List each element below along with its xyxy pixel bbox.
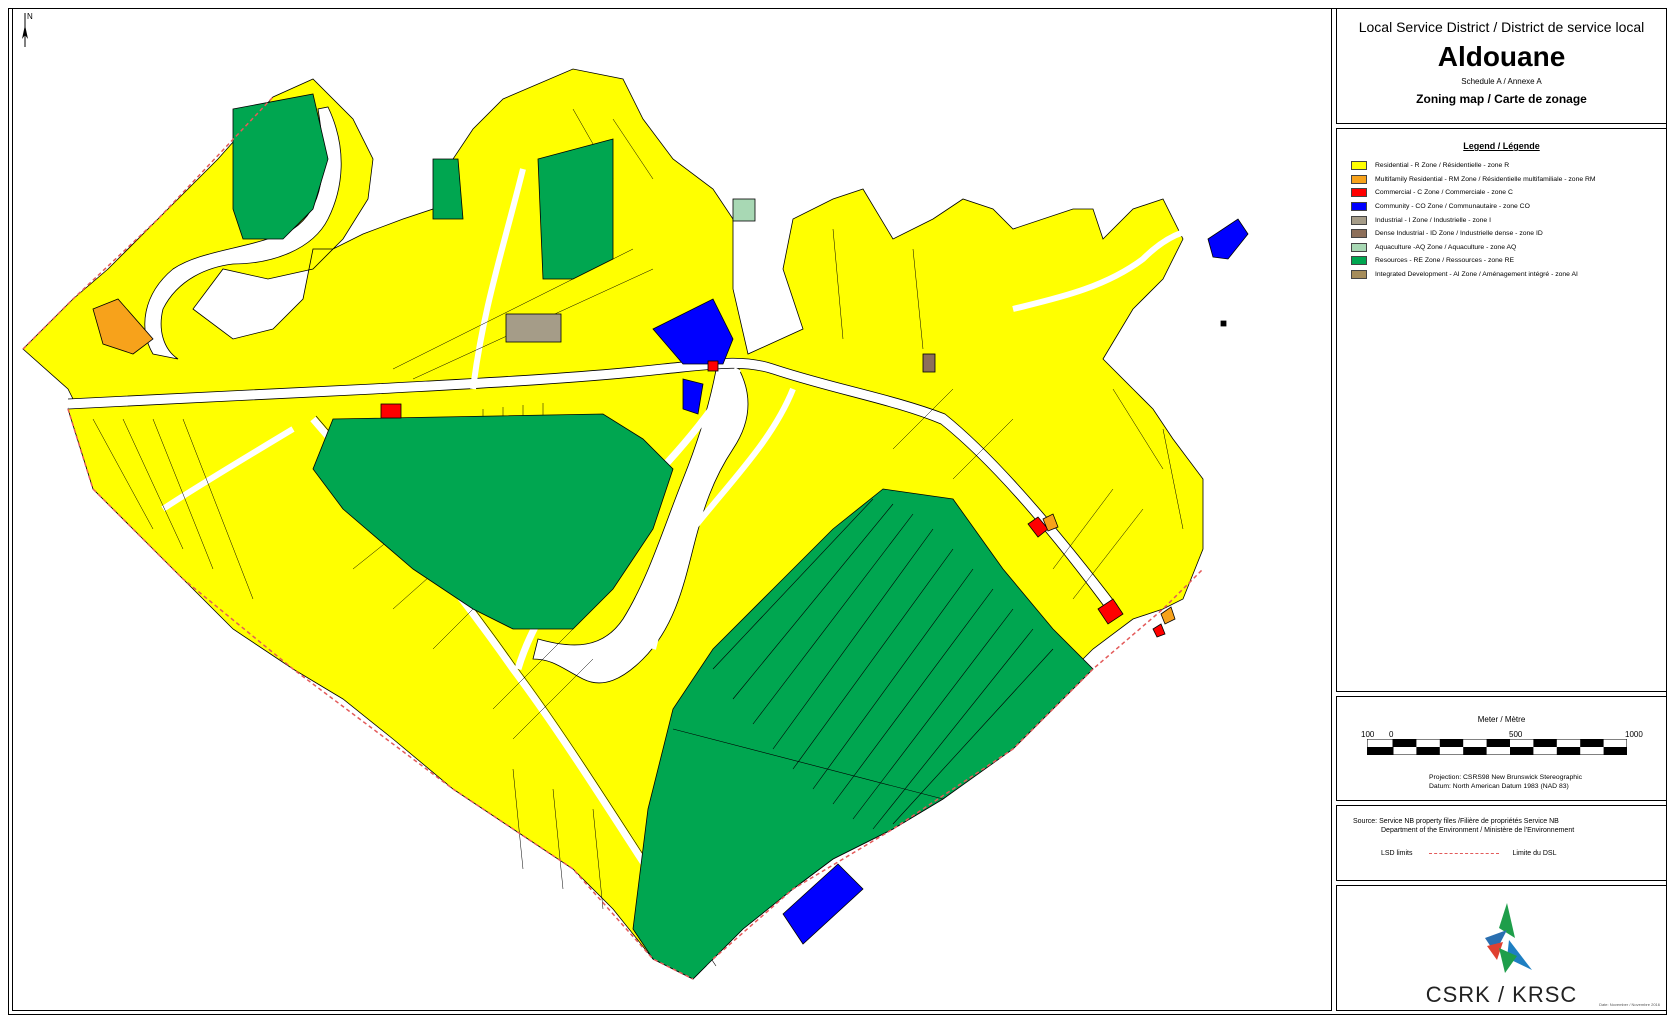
scale-label-500: 500 xyxy=(1509,730,1523,739)
lsd-label: Local Service District / District de ser… xyxy=(1358,19,1645,35)
legend-item: Resources - RE Zone / Ressources - zone … xyxy=(1351,254,1666,268)
resource-zone-north-2 xyxy=(537,138,614,280)
district-name: Aldouane xyxy=(1437,41,1566,72)
legend-panel: Legend / Légende Residential - R Zone / … xyxy=(1336,128,1667,692)
zoning-map[interactable]: N xyxy=(12,8,1332,1011)
north-arrow-icon: N xyxy=(22,12,33,47)
legend-swatch xyxy=(1351,202,1367,212)
schedule-label: Schedule A / Annexe A xyxy=(1461,77,1542,86)
legend-swatch xyxy=(1351,256,1367,266)
commercial-zone-5 xyxy=(1152,623,1166,638)
scale-label-0: 0 xyxy=(1389,730,1394,739)
legend-swatch xyxy=(1351,215,1367,225)
title-block: Local Service District / District de ser… xyxy=(1336,8,1667,124)
scale-label-1000: 1000 xyxy=(1625,730,1643,739)
legend-heading: Legend / Légende xyxy=(1463,141,1540,151)
legend-swatch xyxy=(1351,161,1367,171)
source-info: Source: Service NB property files /Filiè… xyxy=(1353,818,1575,834)
commercial-zone-1 xyxy=(380,403,402,419)
scale-panel: Meter / Mètre 100 0 500 1000 Projection:… xyxy=(1336,696,1667,801)
map-canvas[interactable] xyxy=(13,9,1332,1011)
legend-swatch xyxy=(1351,242,1367,252)
map-title: Zoning map / Carte de zonage xyxy=(1416,92,1587,106)
dense-industrial-zone xyxy=(922,353,936,373)
projection-info: Projection: CSRS98 New Brunswick Stereog… xyxy=(1429,774,1582,790)
krsc-logo-icon xyxy=(1485,903,1532,973)
north-label: N xyxy=(27,12,33,21)
scale-bar xyxy=(1367,739,1627,755)
source-panel: Source: Service NB property files /Filiè… xyxy=(1336,805,1667,881)
lsd-limits-swatch xyxy=(1428,853,1499,854)
resource-zone-north-1 xyxy=(432,158,464,220)
scale-label-100: 100 xyxy=(1361,730,1375,739)
legend-swatch xyxy=(1351,174,1367,184)
aquaculture-zone xyxy=(732,198,756,222)
lsd-limits-key: LSD limits Limite du DSL xyxy=(1381,850,1557,857)
legend-item: Community - CO Zone / Communautaire - zo… xyxy=(1351,200,1666,214)
industrial-zone xyxy=(505,313,562,343)
legend-item: Multifamily Residential - RM Zone / Rési… xyxy=(1351,173,1666,187)
commercial-zone-2 xyxy=(707,360,719,372)
legend-item: Dense Industrial - ID Zone / Industriell… xyxy=(1351,227,1666,241)
scale-title: Meter / Mètre xyxy=(1477,715,1526,724)
legend-item: Residential - R Zone / Résidentielle - z… xyxy=(1351,159,1666,173)
legend-swatch xyxy=(1351,229,1367,239)
legend-list: Residential - R Zone / Résidentielle - z… xyxy=(1337,159,1666,281)
legend-swatch xyxy=(1351,270,1367,280)
legend-item: Integrated Development - AI Zone / Aména… xyxy=(1351,268,1666,282)
legend-item: Aquaculture -AQ Zone / Aquaculture - zon… xyxy=(1351,241,1666,255)
legend-swatch xyxy=(1351,188,1367,198)
multifamily-zone-east-2 xyxy=(1160,606,1176,625)
legend-item: Industrial - I Zone / Industrielle - zon… xyxy=(1351,213,1666,227)
community-zone-ne xyxy=(1207,218,1249,260)
legend-item: Commercial - C Zone / Commerciale - zone… xyxy=(1351,186,1666,200)
date-note: Date: November / Novembre 2016 xyxy=(1599,1002,1660,1007)
logo-panel: CSRK / KRSC Date: November / Novembre 20… xyxy=(1336,885,1667,1011)
